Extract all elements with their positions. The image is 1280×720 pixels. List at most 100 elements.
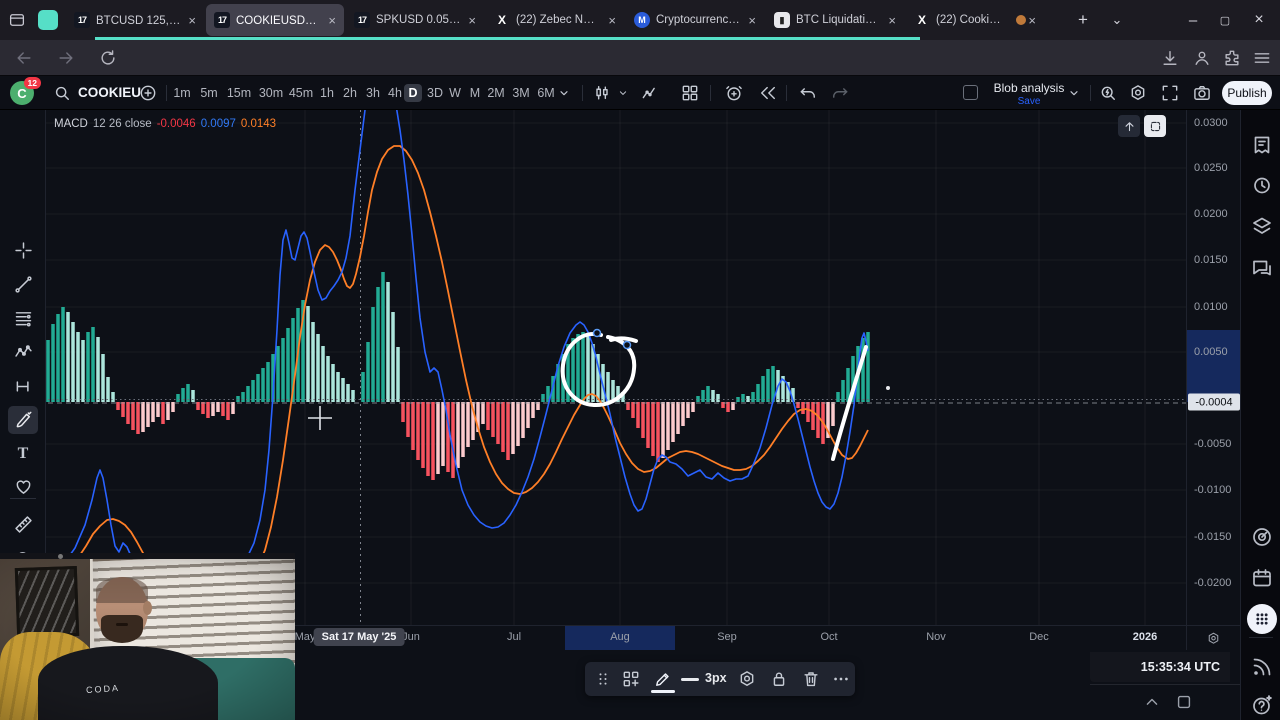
layout-chevron-icon[interactable] <box>1066 83 1082 103</box>
tab-list-button[interactable]: ⌄ <box>1104 8 1130 32</box>
move-pane-up-button[interactable] <box>1118 115 1140 137</box>
calendar-icon[interactable] <box>1250 566 1274 590</box>
chart-pane[interactable]: MACD 12 26 close -0.0046 0.0097 0.0143 <box>46 110 1186 626</box>
window-close-button[interactable]: × <box>1246 8 1272 32</box>
window-maximize-button[interactable]: ▢ <box>1212 8 1238 32</box>
browser-tab[interactable]: 17 COOKIEUSDT 0.1295 ◢ × <box>206 4 344 36</box>
price-axis[interactable]: 0.0300 0.0250 0.0200 0.0150 0.0100 0.0050 -0.0… <box>1186 110 1241 626</box>
line-thickness-label[interactable]: 3px <box>705 671 727 685</box>
publish-button[interactable]: Publish <box>1222 81 1272 105</box>
browser-tab[interactable]: X (22) Cookie DAO (× <box>906 4 1044 36</box>
reload-icon[interactable] <box>98 48 118 68</box>
interval-chevron-icon[interactable] <box>556 83 572 103</box>
user-avatar[interactable]: C 12 <box>10 77 41 105</box>
trendline-tool-icon[interactable] <box>8 270 38 298</box>
timeframe-5m[interactable]: 5m <box>196 84 222 102</box>
timeframe-M[interactable]: M <box>466 84 484 102</box>
object-tree-icon[interactable] <box>1250 214 1274 238</box>
window-minimize-button[interactable]: – <box>1180 8 1206 32</box>
feed-icon[interactable] <box>1250 655 1274 679</box>
axis-gear-icon[interactable] <box>1206 631 1221 646</box>
timeframe-3h[interactable]: 3h <box>362 84 384 102</box>
fib-tool-icon[interactable] <box>8 304 38 332</box>
add-drawing-template-icon[interactable] <box>621 669 641 689</box>
pinned-tab[interactable] <box>38 10 58 30</box>
tab-close-icon[interactable]: × <box>748 13 756 28</box>
save-layout-link[interactable]: Save <box>990 96 1068 107</box>
emoji-tool-icon[interactable] <box>8 472 38 500</box>
tab-close-icon[interactable]: × <box>328 13 336 28</box>
collapse-chevron-icon[interactable] <box>1142 692 1162 712</box>
tab-close-icon[interactable]: × <box>468 13 476 28</box>
browser-tab[interactable]: ▮ BTC Liquidation Levels × <box>766 4 904 36</box>
layout-grid-icon[interactable] <box>680 83 700 103</box>
fullscreen-icon[interactable] <box>1160 83 1180 103</box>
axis-settings-cell[interactable] <box>1186 625 1240 650</box>
clock-utc[interactable]: 15:35:34 UTC <box>1090 652 1230 682</box>
pencil-tool-icon[interactable] <box>653 669 673 689</box>
browser-tab[interactable]: 17 SPKUSD 0.05265 ▲ + × <box>346 4 484 36</box>
timeframe-W[interactable]: W <box>446 84 464 102</box>
scanner-icon[interactable] <box>1250 525 1274 549</box>
indicators-icon[interactable] <box>640 83 660 103</box>
timeframe-4h[interactable]: 4h <box>385 84 405 102</box>
timeframe-45m[interactable]: 45m <box>288 84 314 102</box>
tab-close-icon[interactable]: × <box>888 13 896 28</box>
delete-drawing-icon[interactable] <box>801 669 821 689</box>
new-tab-button[interactable]: + <box>1070 8 1096 32</box>
macd-chart[interactable] <box>46 110 1186 626</box>
extensions-icon[interactable] <box>1222 48 1242 68</box>
candles-style-icon[interactable] <box>592 83 612 103</box>
browser-tab[interactable]: 17 BTCUSD 125,090.02 ◢ × <box>66 4 204 36</box>
replay-icon[interactable] <box>758 83 778 103</box>
layout-checkbox[interactable] <box>963 85 978 100</box>
drawing-settings-gear-icon[interactable] <box>737 669 757 689</box>
alerts-icon[interactable] <box>1250 173 1274 197</box>
ruler-tool-icon[interactable] <box>8 510 38 538</box>
timeframe-30m[interactable]: 30m <box>256 84 286 102</box>
timeframe-3D[interactable]: 3D <box>424 84 446 102</box>
text-tool-icon[interactable]: T <box>8 440 38 468</box>
timeframe-1h[interactable]: 1h <box>316 84 338 102</box>
menu-icon[interactable] <box>1252 48 1272 68</box>
quick-search-icon[interactable] <box>1098 83 1118 103</box>
maximize-window-icon[interactable] <box>1174 692 1194 712</box>
redo-icon[interactable] <box>830 83 850 103</box>
undo-icon[interactable] <box>798 83 818 103</box>
timeframe-2h[interactable]: 2h <box>339 84 361 102</box>
symbol-name[interactable]: COOKIEU <box>78 85 141 100</box>
position-tool-icon[interactable] <box>8 372 38 400</box>
lock-drawing-icon[interactable] <box>769 669 789 689</box>
tab-close-icon[interactable]: × <box>188 13 196 28</box>
layout-name[interactable]: Blob analysis Save <box>990 81 1068 107</box>
tab-close-icon[interactable]: × <box>608 13 616 28</box>
brush-tool-icon[interactable] <box>8 406 38 434</box>
browser-tab[interactable]: M Cryptocurrency Prices × <box>626 4 764 36</box>
timeframe-D[interactable]: D <box>404 84 422 102</box>
more-options-icon[interactable] <box>831 669 851 689</box>
apps-grid-icon[interactable] <box>1247 604 1277 634</box>
timeframe-2M[interactable]: 2M <box>484 84 508 102</box>
timeframe-1m[interactable]: 1m <box>170 84 194 102</box>
style-chevron-icon[interactable] <box>616 83 630 103</box>
timeframe-3M[interactable]: 3M <box>509 84 533 102</box>
line-width-sample[interactable] <box>681 678 699 681</box>
downloads-icon[interactable] <box>1160 48 1180 68</box>
back-icon[interactable] <box>14 48 34 68</box>
settings-gear-icon[interactable] <box>1128 83 1148 103</box>
indicator-legend[interactable]: MACD 12 26 close -0.0046 0.0097 0.0143 <box>54 118 286 130</box>
forward-icon[interactable] <box>56 48 76 68</box>
firefox-view-icon[interactable] <box>8 11 26 29</box>
timeframe-15m[interactable]: 15m <box>224 84 254 102</box>
watchlist-icon[interactable] <box>1250 133 1274 157</box>
symbol-search-icon[interactable] <box>52 83 72 103</box>
chat-icon[interactable] <box>1250 256 1274 280</box>
help-icon[interactable] <box>1250 693 1274 717</box>
browser-tab[interactable]: X (22) Zebec Network ((× <box>486 4 624 36</box>
drag-handle-icon[interactable] <box>593 669 613 689</box>
tab-close-icon[interactable]: × <box>1028 13 1036 28</box>
compare-add-icon[interactable] <box>138 83 158 103</box>
account-icon[interactable] <box>1192 48 1212 68</box>
snapshot-camera-icon[interactable] <box>1192 83 1212 103</box>
crosshair-tool-icon[interactable] <box>8 236 38 264</box>
